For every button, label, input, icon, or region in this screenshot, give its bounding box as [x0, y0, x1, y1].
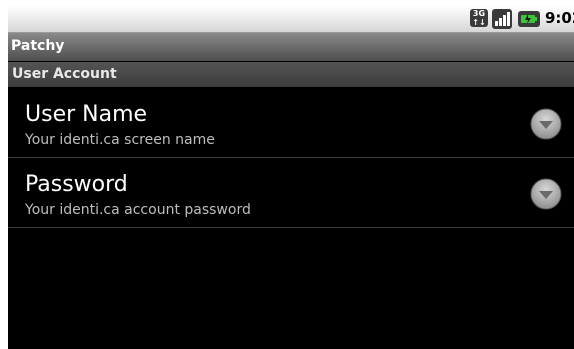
app-title: Patchy: [11, 38, 65, 54]
3g-data-icon: 3G ↑↓: [470, 9, 488, 27]
battery-charging-icon: [518, 11, 540, 27]
chevron-down-icon[interactable]: [530, 178, 562, 210]
chevron-down-icon[interactable]: [530, 108, 562, 140]
signal-strength-icon: [492, 9, 512, 29]
preference-category-header: User Account: [8, 62, 574, 87]
pref-title: Password: [25, 172, 128, 197]
pref-summary: Your identi.ca account password: [25, 202, 251, 218]
pref-password[interactable]: Password Your identi.ca account password: [8, 158, 574, 228]
category-title: User Account: [12, 66, 117, 82]
pref-user-name[interactable]: User Name Your identi.ca screen name: [8, 88, 574, 158]
pref-summary: Your identi.ca screen name: [25, 132, 215, 148]
screen: 3G ↑↓ 9:02AM Patchy User Account User Na…: [8, 6, 574, 349]
status-bar: 3G ↑↓ 9:02AM: [8, 6, 574, 33]
pref-title: User Name: [25, 102, 148, 127]
app-title-bar: Patchy: [8, 33, 574, 61]
clock-time: 9:02: [545, 9, 574, 27]
status-clock: 9:02AM: [545, 9, 574, 27]
